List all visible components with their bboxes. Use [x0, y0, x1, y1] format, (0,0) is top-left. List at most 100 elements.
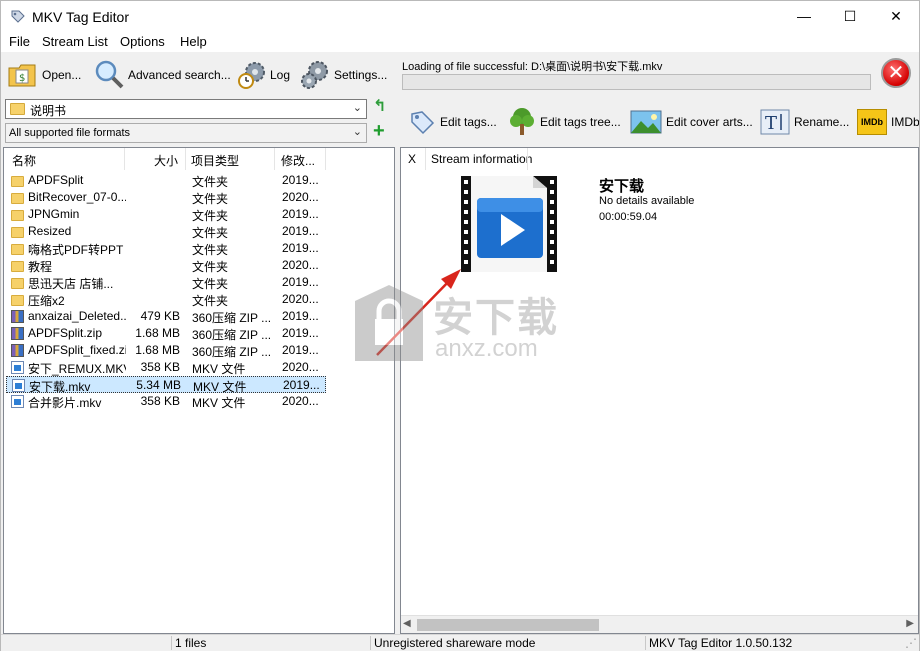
folder-icon [11, 261, 24, 272]
maximize-button[interactable]: ☐ [827, 1, 873, 31]
file-row[interactable]: JPNGmin 文件夹 2019... [6, 206, 326, 223]
file-type: 文件夹 [192, 175, 229, 189]
file-type: 文件夹 [192, 243, 229, 257]
file-modified: 2019... [282, 343, 319, 357]
stop-icon[interactable]: ✕ [881, 58, 911, 88]
resize-grip-icon[interactable]: ⋰ [905, 636, 917, 650]
log-button[interactable]: Log [235, 57, 290, 93]
menu-stream-list[interactable]: Stream List [42, 34, 108, 49]
svg-text:T: T [765, 113, 777, 134]
file-row[interactable]: APDFSplit_fixed.zip 1.68 MB 360压缩 ZIP ... 2… [6, 342, 326, 359]
tree-icon [510, 108, 534, 135]
path-value: 说明书 [30, 104, 67, 118]
path-select[interactable]: 说明书 ⌄ [5, 99, 367, 119]
column-divider[interactable] [425, 148, 426, 170]
file-modified: 2019... [282, 275, 319, 289]
column-header-size[interactable]: 大小 [154, 152, 178, 169]
column-divider[interactable] [274, 148, 275, 170]
file-row[interactable]: anxaizai_Deleted... 479 KB 360压缩 ZIP ... 20… [6, 308, 326, 325]
gears-icon [301, 61, 328, 89]
file-modified: 2019... [282, 241, 319, 255]
edit-tags-tree-label: Edit tags tree... [540, 115, 621, 129]
edit-cover-arts-button[interactable]: Edit cover arts... [630, 105, 753, 139]
file-row[interactable]: APDFSplit 文件夹 2019... [6, 172, 326, 189]
file-modified: 2019... [282, 326, 319, 340]
advanced-search-button[interactable]: Advanced search... [93, 57, 231, 93]
rename-button[interactable]: T Rename... [760, 105, 849, 139]
load-status-text: Loading of file successful: D:\桌面\说明书\安下… [402, 61, 663, 73]
column-header-type[interactable]: 项目类型 [191, 152, 239, 169]
edit-tags-tree-button[interactable]: Edit tags tree... [508, 105, 621, 139]
log-label: Log [270, 68, 291, 82]
column-divider[interactable] [325, 148, 326, 170]
file-format-filter-select[interactable]: All supported file formats ⌄ [5, 123, 367, 143]
edit-tags-button[interactable]: Edit tags... [408, 105, 497, 139]
minimize-button[interactable]: — [781, 1, 827, 31]
close-button[interactable]: ✕ [873, 1, 919, 31]
file-row[interactable]: Resized 文件夹 2019... [6, 223, 326, 240]
file-name: APDFSplit.zip [28, 326, 103, 340]
column-divider[interactable] [185, 148, 186, 170]
column-header-stream-information[interactable]: Stream information [431, 152, 532, 166]
file-type: 文件夹 [192, 226, 229, 240]
file-row[interactable]: 安下载.mkv 5.34 MB MKV 文件 2019... [6, 376, 326, 394]
progress-bar [402, 74, 871, 90]
settings-button[interactable]: Settings... [299, 57, 387, 93]
stream-header: X Stream information [401, 148, 918, 170]
picture-icon [630, 110, 662, 134]
file-modified: 2019... [283, 378, 320, 392]
scroll-right-icon[interactable]: ▶ [906, 618, 914, 629]
column-header-modified[interactable]: 修改... [281, 152, 315, 169]
file-name: 教程 [28, 260, 53, 274]
horizontal-scrollbar[interactable]: ◀ ▶ [401, 615, 918, 633]
shield-lock-icon [355, 285, 423, 361]
file-name: anxaizai_Deleted... [28, 309, 126, 323]
column-divider[interactable] [527, 148, 528, 170]
file-list[interactable]: 名称 大小 项目类型 修改... APDFSplit 文件夹 2019... BitR… [3, 147, 395, 634]
file-row[interactable]: 安下_REMUX.MKV 358 KB MKV 文件 2020... [6, 359, 326, 376]
file-row[interactable]: 教程 文件夹 2020... [6, 257, 326, 274]
menu-help[interactable]: Help [180, 34, 207, 49]
scrollbar-thumb[interactable] [417, 619, 599, 631]
stream-information-pane: X Stream information 安下载 No details avai… [400, 147, 919, 634]
chevron-down-icon: ⌄ [352, 102, 362, 114]
folder-icon [11, 244, 24, 255]
file-row[interactable]: 嗨格式PDF转PPT 文件夹 2019... [6, 240, 326, 257]
license-status: Unregistered shareware mode [374, 636, 536, 650]
file-type: 文件夹 [192, 277, 229, 291]
add-button[interactable]: + [373, 121, 389, 141]
file-row[interactable]: BitRecover_07-0... 文件夹 2020... [6, 189, 326, 206]
folder-icon [11, 227, 24, 238]
window-title: MKV Tag Editor [32, 9, 130, 25]
file-modified: 2020... [282, 394, 319, 408]
open-folder-icon: $ [8, 64, 36, 87]
file-type: 文件夹 [192, 260, 229, 274]
file-type: 文件夹 [192, 192, 229, 206]
column-header-x[interactable]: X [408, 152, 416, 166]
zip-icon [11, 344, 24, 357]
version-status: MKV Tag Editor 1.0.50.132 [649, 636, 793, 650]
mkv-icon [11, 361, 24, 374]
file-name: APDFSplit_fixed.zip [28, 343, 126, 357]
app-window: MKV Tag Editor — ☐ ✕ File Stream List Op… [0, 0, 920, 651]
zip-icon [11, 327, 24, 340]
column-divider[interactable] [124, 148, 125, 170]
menu-options[interactable]: Options [120, 34, 165, 49]
column-header-name[interactable]: 名称 [12, 152, 36, 169]
file-count-status: 1 files [175, 636, 207, 650]
left-toolbar: $ Open... Advanced search... Log Setting… [3, 55, 395, 95]
file-modified: 2020... [282, 190, 319, 204]
advanced-search-label: Advanced search... [128, 68, 231, 82]
menu-file[interactable]: File [9, 34, 30, 49]
file-row[interactable]: 压缩x2 文件夹 2020... [6, 291, 326, 308]
file-type: MKV 文件 [192, 362, 246, 376]
settings-label: Settings... [334, 68, 388, 82]
file-row[interactable]: 合并影片.mkv 358 KB MKV 文件 2020... [6, 393, 326, 410]
open-button[interactable]: $ Open... [7, 57, 81, 93]
folder-up-button[interactable]: ↰ [373, 99, 389, 117]
imdb-button[interactable]: IMDb IMDb [857, 105, 919, 139]
stream-duration: 00:00:59.04 [599, 211, 658, 223]
scroll-left-icon[interactable]: ◀ [403, 618, 411, 629]
file-row[interactable]: APDFSplit.zip 1.68 MB 360压缩 ZIP ... 2019... [6, 325, 326, 342]
file-row[interactable]: 思迅天店 店铺... 文件夹 2019... [6, 274, 326, 291]
